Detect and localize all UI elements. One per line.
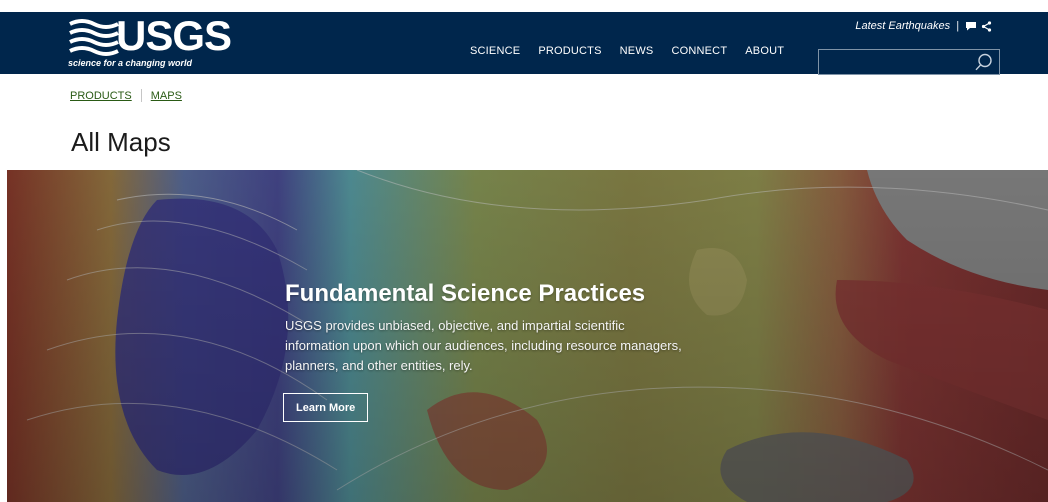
nav-connect[interactable]: CONNECT: [671, 45, 727, 57]
breadcrumb-divider: [140, 89, 142, 102]
nav-products[interactable]: PRODUCTS: [538, 45, 601, 57]
hero-title: Fundamental Science Practices: [285, 280, 646, 307]
share-icon[interactable]: [981, 20, 992, 32]
learn-more-button[interactable]: Learn More: [283, 393, 369, 422]
page-title: All Maps: [71, 127, 171, 157]
logo-wordmark: USGS: [116, 12, 232, 59]
logo-tagline: science for a changing world: [68, 58, 193, 68]
nav-about[interactable]: ABOUT: [745, 45, 784, 57]
main-nav: SCIENCE PRODUCTS NEWS CONNECT ABOUT: [470, 45, 784, 57]
search-input[interactable]: [819, 50, 981, 74]
usgs-wave-mark: [69, 19, 119, 56]
breadcrumb-maps[interactable]: MAPS: [151, 90, 182, 102]
search-icon[interactable]: [975, 53, 993, 71]
utility-bar: Latest Earthquakes |: [855, 20, 992, 32]
nav-science[interactable]: SCIENCE: [470, 45, 520, 57]
usgs-logo[interactable]: USGS science for a changing world: [68, 12, 232, 68]
search-box: [818, 49, 1000, 75]
latest-earthquakes-link[interactable]: Latest Earthquakes: [855, 20, 950, 32]
hero-banner: Fundamental Science Practices USGS provi…: [7, 170, 1048, 502]
nav-news[interactable]: NEWS: [620, 45, 654, 57]
utility-separator: |: [956, 20, 959, 32]
breadcrumb-products[interactable]: PRODUCTS: [70, 90, 132, 102]
site-header: USGS science for a changing world SCIENC…: [0, 12, 1048, 75]
chat-icon[interactable]: [965, 21, 977, 31]
hero-description: USGS provides unbiased, objective, and i…: [285, 318, 682, 373]
breadcrumb: PRODUCTS MAPS: [70, 89, 182, 102]
